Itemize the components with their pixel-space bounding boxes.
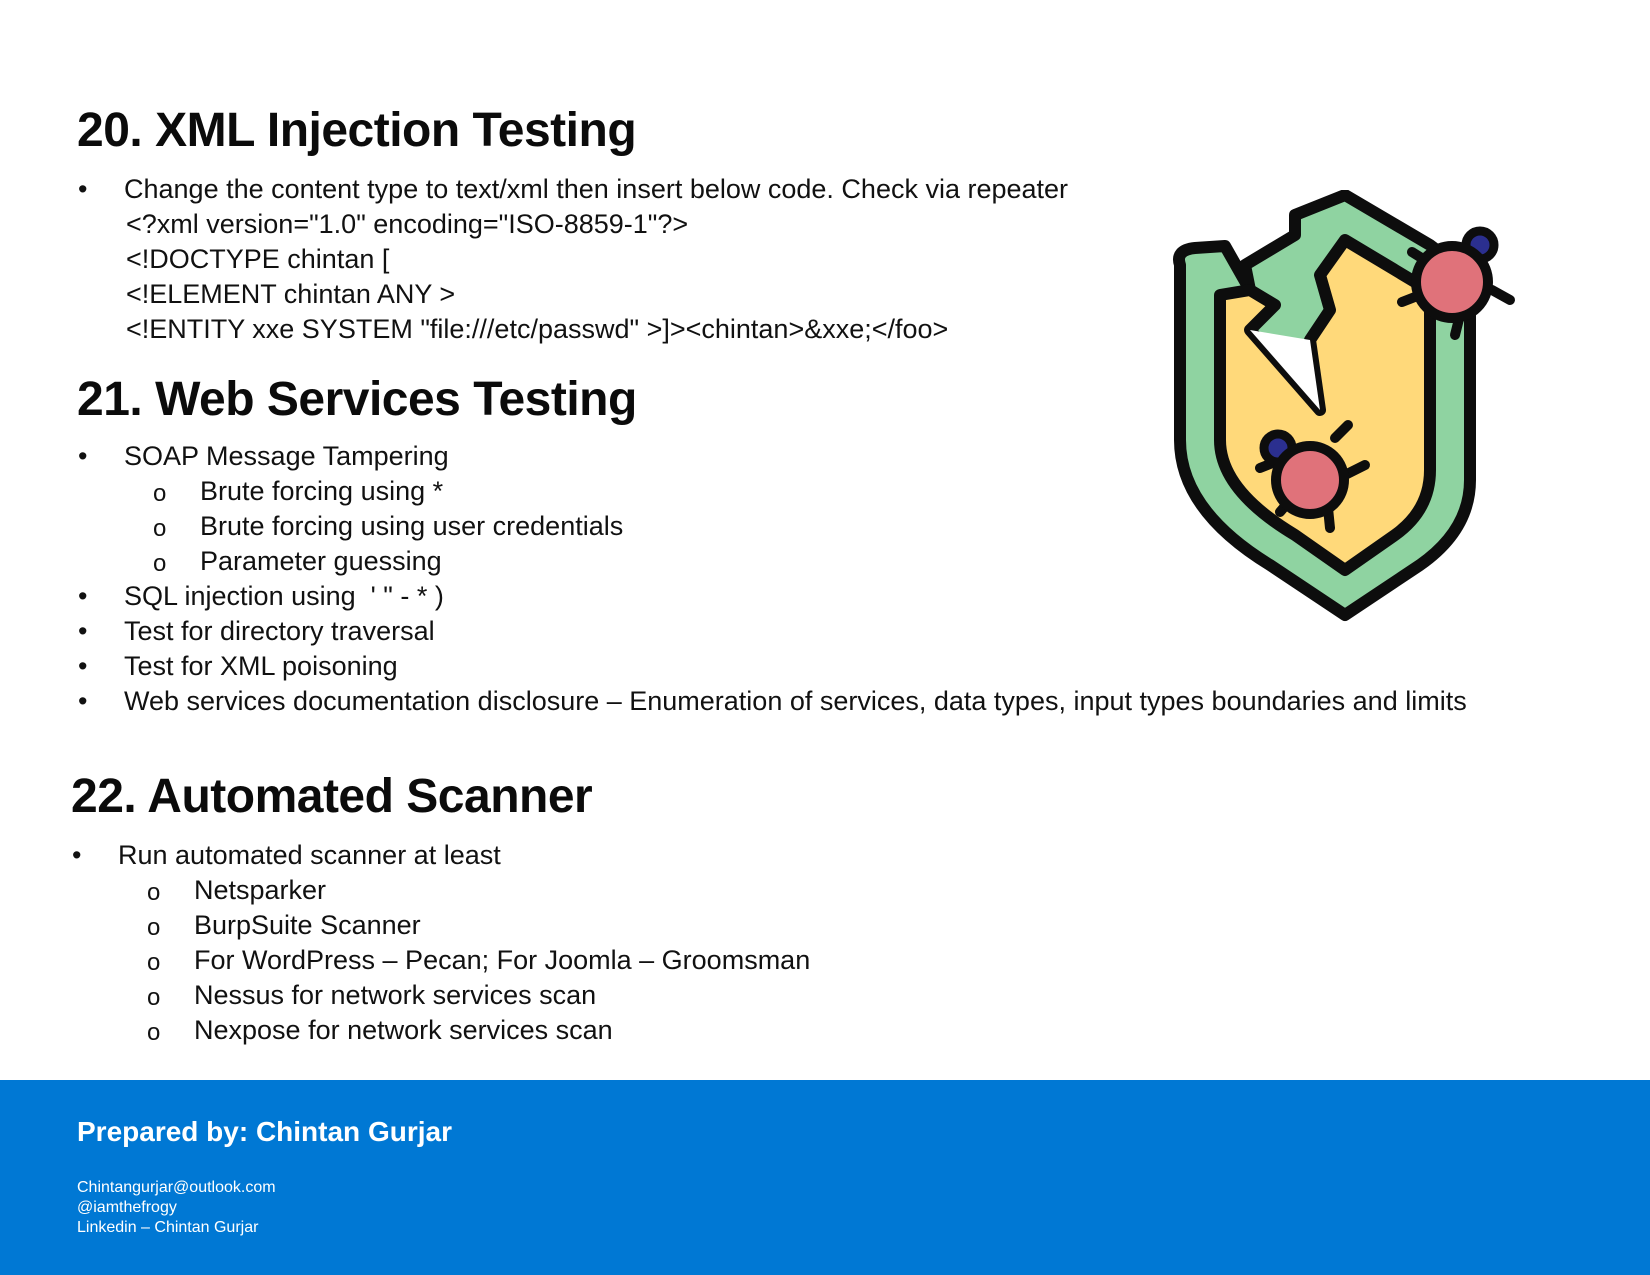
code-line: <!ENTITY xxe SYSTEM "file:///etc/passwd"… <box>126 314 949 344</box>
list-item-text: SQL injection using ' " - * ) <box>124 581 444 611</box>
bullet-mark: • <box>78 441 88 471</box>
sub-list-item-text: Brute forcing using user credentials <box>200 511 624 541</box>
sub-bullet-mark: o <box>147 914 161 941</box>
list-item-text: Run automated scanner at least <box>118 840 501 870</box>
sub-bullet-mark: o <box>153 480 167 507</box>
code-line: <!DOCTYPE chintan [ <box>126 244 390 274</box>
footer-title: Prepared by: Chintan Gurjar <box>77 1116 452 1147</box>
list-item-text: SOAP Message Tampering <box>124 441 449 471</box>
footer-handle: @iamthefrogy <box>77 1199 177 1216</box>
bullet-mark: • <box>78 616 88 646</box>
sub-bullet-mark: o <box>147 879 161 906</box>
sub-list-item-text: Nexpose for network services scan <box>194 1015 613 1045</box>
list-item-text: Test for directory traversal <box>124 616 435 646</box>
sub-list-item-text: For WordPress – Pecan; For Joomla – Groo… <box>194 945 811 975</box>
bullet-mark: • <box>78 174 88 204</box>
code-line: <!ELEMENT chintan ANY > <box>126 279 456 309</box>
code-line: <?xml version="1.0" encoding="ISO-8859-1… <box>126 209 689 239</box>
section-title-automated-scanner: 22. Automated Scanner <box>71 770 593 823</box>
list-item-text: Web services documentation disclosure – … <box>124 686 1467 716</box>
footer-banner: Prepared by: Chintan Gurjar Chintangurja… <box>0 1080 1650 1275</box>
list-item-text: Test for XML poisoning <box>124 651 398 681</box>
shield-with-bugs-icon <box>1173 190 1515 621</box>
bullet-mark: • <box>78 651 88 681</box>
bullet-mark: • <box>72 840 82 870</box>
sub-list-item-text: Netsparker <box>194 875 327 905</box>
sub-bullet-mark: o <box>153 515 167 542</box>
bullet-mark: • <box>78 686 88 716</box>
bullet-mark: • <box>78 581 88 611</box>
sub-list-item-text: Nessus for network services scan <box>194 980 597 1010</box>
sub-list-item-text: Brute forcing using * <box>200 476 444 506</box>
section-title-web-services: 21. Web Services Testing <box>77 373 637 426</box>
sub-bullet-mark: o <box>147 1019 161 1046</box>
sub-list-item-text: BurpSuite Scanner <box>194 910 421 940</box>
sub-bullet-mark: o <box>147 949 161 976</box>
sub-bullet-mark: o <box>147 984 161 1011</box>
sub-list-item-text: Parameter guessing <box>200 546 442 576</box>
list-item-text: Change the content type to text/xml then… <box>124 174 1069 204</box>
sub-bullet-mark: o <box>153 550 167 577</box>
footer-email: Chintangurjar@outlook.com <box>77 1179 276 1196</box>
section-title-xml-injection: 20. XML Injection Testing <box>77 104 637 157</box>
footer-linkedin: Linkedin – Chintan Gurjar <box>77 1219 259 1236</box>
